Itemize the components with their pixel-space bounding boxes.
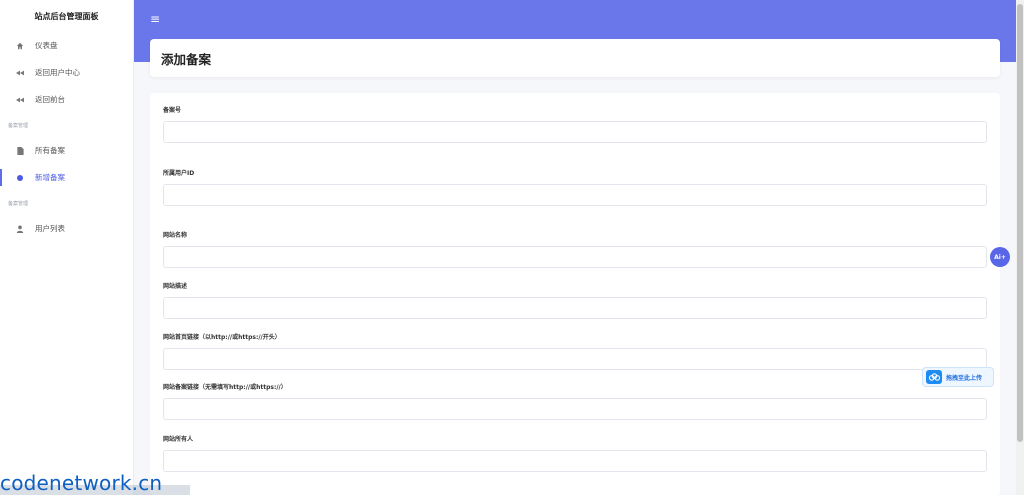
cloud-icon xyxy=(926,370,942,384)
field-site-owner: 网站所有人 xyxy=(163,434,987,472)
sidebar-item-user-list[interactable]: 用户列表 xyxy=(0,215,133,242)
sidebar-section-label: 备案管理 xyxy=(8,122,29,129)
user-icon xyxy=(14,224,26,234)
sidebar-item-all-records[interactable]: 所有备案 xyxy=(0,137,133,164)
field-label: 所属用户ID xyxy=(163,170,195,177)
field-label: 网站名称 xyxy=(163,232,188,239)
watermark: codenetwork.cn xyxy=(0,471,163,495)
field-record-number: 备案号 xyxy=(163,105,987,143)
field-label: 网站首页链接（以http://或https://开头） xyxy=(163,334,281,341)
sidebar-item-frontend[interactable]: 返回前台 xyxy=(0,86,133,113)
page-header-card: 添加备案 xyxy=(150,39,1000,77)
sidebar-item-label: 返回前台 xyxy=(35,95,65,104)
sidebar-item-add-record[interactable]: 新增备案 xyxy=(0,164,133,191)
menu-toggle-icon[interactable]: ≡ xyxy=(150,12,160,26)
sidebar-item-dashboard[interactable]: 仪表盘 xyxy=(0,32,133,59)
record-url-input[interactable] xyxy=(163,398,987,420)
field-record-url: 网站备案链接（无需填写http://或https://） xyxy=(163,382,987,420)
form-card: 备案号 所属用户ID 网站名称 网站描述 网站首页链接（以http://或htt… xyxy=(150,93,1000,495)
field-label: 网站描述 xyxy=(163,283,188,290)
sidebar: 站点后台管理面板 仪表盘 返回用户中心 返回前台 备案管理 所有备案 新增备案 … xyxy=(0,0,134,495)
circle-icon xyxy=(14,173,26,183)
rewind-icon xyxy=(14,95,26,105)
field-homepage-url: 网站首页链接（以http://或https://开头） xyxy=(163,332,987,370)
document-icon xyxy=(14,146,26,156)
sidebar-item-user-center[interactable]: 返回用户中心 xyxy=(0,59,133,86)
home-icon xyxy=(14,41,26,51)
user-id-input[interactable] xyxy=(163,184,987,206)
sidebar-item-label: 新增备案 xyxy=(35,173,65,182)
sidebar-item-label: 所有备案 xyxy=(35,146,65,155)
brand-title: 站点后台管理面板 xyxy=(34,11,99,21)
record-number-input[interactable] xyxy=(163,121,987,143)
ai-assistant-button[interactable]: Ai+ xyxy=(990,247,1010,267)
upload-label: 拖拽至此上传 xyxy=(946,374,983,382)
scrollbar-thumb[interactable] xyxy=(1017,4,1023,442)
field-user-id: 所属用户ID xyxy=(163,168,987,206)
sidebar-item-label: 返回用户中心 xyxy=(35,68,80,77)
page-title: 添加备案 xyxy=(161,51,212,67)
field-label: 网站所有人 xyxy=(163,436,194,443)
field-site-description: 网站描述 xyxy=(163,281,987,319)
field-label: 备案号 xyxy=(163,107,182,114)
site-description-input[interactable] xyxy=(163,297,987,319)
sidebar-section-label: 备案管理 xyxy=(8,200,29,207)
field-site-name: 网站名称 xyxy=(163,230,987,268)
drag-upload-button[interactable]: 拖拽至此上传 xyxy=(922,367,994,387)
site-name-input[interactable] xyxy=(163,246,987,268)
sidebar-item-label: 仪表盘 xyxy=(35,41,58,50)
rewind-icon xyxy=(14,68,26,78)
sidebar-item-label: 用户列表 xyxy=(35,224,65,233)
field-label: 网站备案链接（无需填写http://或https://） xyxy=(163,384,287,391)
site-owner-input[interactable] xyxy=(163,450,987,472)
homepage-url-input[interactable] xyxy=(163,348,987,370)
